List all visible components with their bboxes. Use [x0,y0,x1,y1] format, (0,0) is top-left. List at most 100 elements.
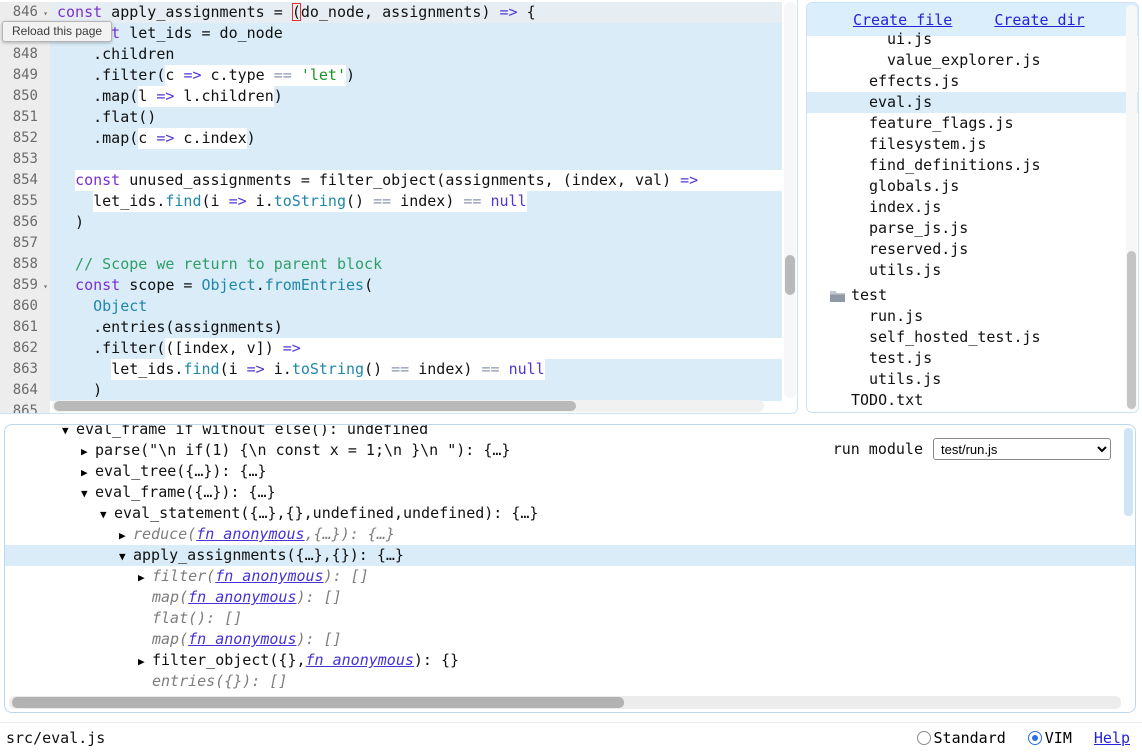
code-line-854[interactable]: 854 const unused_assignments = filter_ob… [0,170,782,191]
vim-radio-label[interactable]: VIM [1045,729,1072,747]
call-tree-horizontal-scrollbar[interactable] [9,696,1121,709]
file-item-utils-js[interactable]: utils.js [807,369,1138,390]
code-line-864[interactable]: 864 ) [0,380,782,401]
code-editor-panel[interactable]: 846▾const apply_assignments = (do_node, … [0,0,798,414]
help-link[interactable]: Help [1094,729,1130,747]
fn-anonymous-link[interactable]: fn anonymous [188,630,296,648]
code-line-850[interactable]: 850 .map(l => l.children) [0,86,782,107]
gutter-line-number[interactable]: 858 [0,254,50,275]
code-line-855[interactable]: 855 let_ids.find(i => i.toString() == in… [0,191,782,212]
file-item-todo-txt[interactable]: TODO.txt [807,390,1138,411]
fn-anonymous-link[interactable]: fn anonymous [196,525,304,543]
collapse-arrow-icon[interactable]: ▼ [81,483,95,504]
gutter-line-number[interactable]: 846▾ [0,2,50,23]
gutter-line-number[interactable]: 855 [0,191,50,212]
radio-off-icon[interactable] [917,731,931,745]
call-tree-row[interactable]: ▼apply_assignments({…},{}): {…} [5,545,1135,566]
file-item-reserved-js[interactable]: reserved.js [807,239,1138,260]
code-line-857[interactable]: 857 [0,233,782,254]
call-tree-row[interactable]: ▼eval_frame({…}): {…} [5,482,1135,503]
keyboard-mode-vim-radio[interactable]: VIM [1028,729,1072,747]
fn-anonymous-link[interactable]: fn anonymous [306,651,414,669]
create-dir-link[interactable]: Create dir [994,11,1084,29]
create-file-link[interactable]: Create file [853,11,952,29]
file-item-feature-flags-js[interactable]: feature_flags.js [807,113,1138,134]
editor-horizontal-scrollbar[interactable] [52,400,764,412]
file-item-self-hosted-test-js[interactable]: self_hosted_test.js [807,327,1138,348]
code-line-863[interactable]: 863 let_ids.find(i => i.toString() == in… [0,359,782,380]
collapse-arrow-icon[interactable]: ▼ [119,546,133,567]
standard-radio-label[interactable]: Standard [934,729,1006,747]
gutter-line-number[interactable]: 861 [0,317,50,338]
gutter-line-number[interactable]: 856 [0,212,50,233]
file-item-run-js[interactable]: run.js [807,306,1138,327]
code-line-847[interactable]: 847 const let_ids = do_node [0,23,782,44]
file-item-ui-js[interactable]: ui.js [807,29,1138,50]
code-line-859[interactable]: 859▾ const scope = Object.fromEntries( [0,275,782,296]
file-item-find-definitions-js[interactable]: find_definitions.js [807,155,1138,176]
gutter-line-number[interactable]: 850 [0,86,50,107]
gutter-line-number[interactable]: 859▾ [0,275,50,296]
radio-on-icon[interactable] [1028,731,1042,745]
file-list-scrollbar-thumb[interactable] [1127,251,1136,409]
gutter-line-number[interactable]: 864 [0,380,50,401]
file-item-value-explorer-js[interactable]: value_explorer.js [807,50,1138,71]
gutter-line-number[interactable]: 848 [0,44,50,65]
code-line-862[interactable]: 862 .filter(([index, v]) => [0,338,782,359]
file-item-test-js[interactable]: test.js [807,348,1138,369]
gutter-line-number[interactable]: 865 [0,401,50,414]
keyboard-mode-standard-radio[interactable]: Standard [917,729,1006,747]
file-item-parse-js-js[interactable]: parse_js.js [807,218,1138,239]
gutter-line-number[interactable]: 860 [0,296,50,317]
collapse-arrow-icon[interactable]: ▼ [100,504,114,525]
file-item-index-js[interactable]: index.js [807,197,1138,218]
expand-arrow-icon[interactable]: ▶ [138,567,152,588]
editor-horizontal-scrollbar-thumb[interactable] [54,401,576,411]
code-line-856[interactable]: 856 ) [0,212,782,233]
fn-anonymous-link[interactable]: fn anonymous [215,567,323,585]
gutter-line-number[interactable]: 849 [0,65,50,86]
file-item-effects-js[interactable]: effects.js [807,71,1138,92]
call-tree-vertical-scrollbar-thumb[interactable] [1124,428,1133,516]
call-tree-row[interactable]: map(fn anonymous): [] [5,629,1135,650]
call-tree-row[interactable]: ▶filter(fn anonymous): [] [5,566,1135,587]
editor-vertical-scrollbar[interactable] [784,2,796,398]
gutter-line-number[interactable]: 857 [0,233,50,254]
editor-vertical-scrollbar-thumb[interactable] [785,255,795,295]
file-item-eval-js[interactable]: eval.js [807,92,1138,113]
call-tree-row[interactable]: ▶filter_object({},fn anonymous): {} [5,650,1135,671]
code-line-860[interactable]: 860 Object [0,296,782,317]
call-tree-row[interactable]: entries({}): [] [5,671,1135,692]
code-line-848[interactable]: 848 .children [0,44,782,65]
gutter-line-number[interactable]: 853 [0,149,50,170]
call-tree-row[interactable]: flat(): [] [5,608,1135,629]
gutter-line-number[interactable]: 852 [0,128,50,149]
expand-arrow-icon[interactable]: ▶ [138,651,152,672]
file-item-filesystem-js[interactable]: filesystem.js [807,134,1138,155]
folder-item-test[interactable]: test [807,285,1138,306]
code-line-849[interactable]: 849 .filter(c => c.type == 'let') [0,65,782,86]
gutter-line-number[interactable]: 863 [0,359,50,380]
call-tree-row[interactable]: ▶eval_tree({…}): {…} [5,461,1135,482]
call-tree-row[interactable]: map(fn anonymous): [] [5,587,1135,608]
file-list-scrollbar[interactable] [1126,5,1137,410]
file-item-utils-js[interactable]: utils.js [807,260,1138,281]
expand-arrow-icon[interactable]: ▶ [81,462,95,483]
code-line-852[interactable]: 852 .map(c => c.index) [0,128,782,149]
code-line-846[interactable]: 846▾const apply_assignments = (do_node, … [0,2,782,23]
call-tree-horizontal-scrollbar-thumb[interactable] [12,697,624,708]
code-line-853[interactable]: 853 [0,149,782,170]
gutter-line-number[interactable]: 862 [0,338,50,359]
code-line-858[interactable]: 858 // Scope we return to parent block [0,254,782,275]
expand-arrow-icon[interactable]: ▶ [119,525,133,546]
run-module-select[interactable]: test/run.js [933,438,1111,460]
code-line-851[interactable]: 851 .flat() [0,107,782,128]
file-item-globals-js[interactable]: globals.js [807,176,1138,197]
fn-anonymous-link[interactable]: fn anonymous [188,588,296,606]
gutter-line-number[interactable]: 851 [0,107,50,128]
expand-arrow-icon[interactable]: ▶ [81,441,95,462]
collapse-arrow-icon[interactable]: ▼ [62,424,76,441]
call-tree-row[interactable]: ▶reduce(fn anonymous,{…}): {…} [5,524,1135,545]
fold-marker-icon[interactable]: ▾ [43,276,48,297]
code-line-861[interactable]: 861 .entries(assignments) [0,317,782,338]
